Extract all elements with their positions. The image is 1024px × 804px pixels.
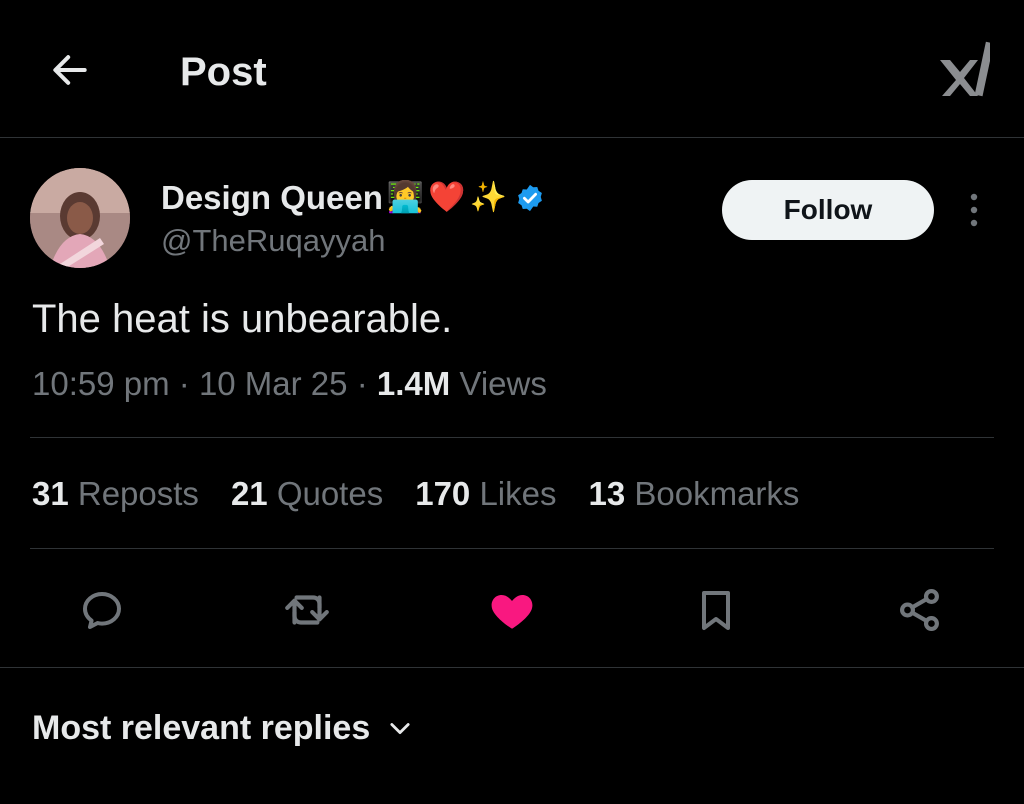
quotes-label: Quotes	[276, 475, 384, 512]
reposts-label: Reposts	[77, 475, 199, 512]
heart-icon	[491, 595, 533, 629]
reply-button[interactable]	[74, 582, 130, 638]
views-label: Views	[459, 365, 547, 402]
heart-emoji: ❤️	[428, 181, 466, 214]
stats-divider	[30, 548, 994, 549]
woman-technologist-emoji: 👩‍💻	[386, 181, 425, 214]
meta-divider	[30, 437, 994, 438]
top-bar	[0, 0, 1024, 138]
author-handle[interactable]: @TheRuqayyah	[161, 220, 385, 262]
author-name-row[interactable]: Design Queen 👩‍💻 ❤️ ✨	[161, 176, 545, 220]
bookmarks-label: Bookmarks	[634, 475, 800, 512]
engagement-stats: 31 Reposts 21 Quotes 170 Likes 13 Bookma…	[32, 472, 831, 516]
page-title: Post	[180, 50, 267, 94]
more-vertical-icon	[970, 193, 978, 227]
verified-badge-icon	[518, 184, 542, 212]
views-count: 1.4M	[376, 365, 460, 402]
reposts-stat[interactable]: 31 Reposts	[32, 472, 199, 516]
chevron-down-icon	[390, 723, 410, 735]
avatar[interactable]	[30, 168, 130, 268]
arrow-left-icon	[53, 55, 87, 85]
share-icon	[900, 588, 939, 632]
tweet-meta: 10:59 pm · 10 Mar 25 · 1.4M Views	[32, 362, 547, 406]
quotes-count: 21	[230, 475, 277, 512]
bookmark-icon	[702, 591, 730, 630]
reply-icon	[83, 592, 121, 629]
likes-label: Likes	[479, 475, 557, 512]
quotes-stat[interactable]: 21 Quotes	[231, 472, 383, 516]
bookmark-button[interactable]	[688, 582, 744, 638]
header-divider	[0, 137, 1024, 138]
meta-separator: ·	[178, 365, 199, 402]
replies-sort-label: Most relevant replies	[32, 709, 371, 747]
tweet-date[interactable]: 10 Mar 25	[199, 365, 348, 402]
likes-stat[interactable]: 170 Likes	[415, 472, 556, 516]
author-name: Design Queen	[161, 179, 383, 216]
bookmarks-count: 13	[588, 475, 635, 512]
actions-divider	[0, 667, 1024, 668]
replies-sort-dropdown[interactable]: Most relevant replies	[32, 706, 414, 750]
follow-button[interactable]: Follow	[722, 180, 934, 240]
repost-icon	[285, 595, 329, 625]
likes-count: 170	[415, 475, 480, 512]
meta-separator: ·	[356, 365, 377, 402]
more-options-button[interactable]	[956, 188, 992, 232]
avatar-image	[30, 168, 130, 268]
sparkles-emoji: ✨	[469, 181, 507, 214]
bookmarks-stat[interactable]: 13 Bookmarks	[589, 472, 800, 516]
like-button[interactable]	[484, 582, 540, 638]
share-button[interactable]	[892, 582, 948, 638]
tweet-text: The heat is unbearable.	[32, 297, 453, 341]
tweet-time[interactable]: 10:59 pm	[32, 365, 170, 402]
repost-button[interactable]	[279, 582, 335, 638]
grok-button[interactable]	[934, 40, 994, 98]
back-button[interactable]	[44, 44, 96, 96]
reposts-count: 31	[32, 475, 78, 512]
grok-icon	[940, 41, 994, 97]
